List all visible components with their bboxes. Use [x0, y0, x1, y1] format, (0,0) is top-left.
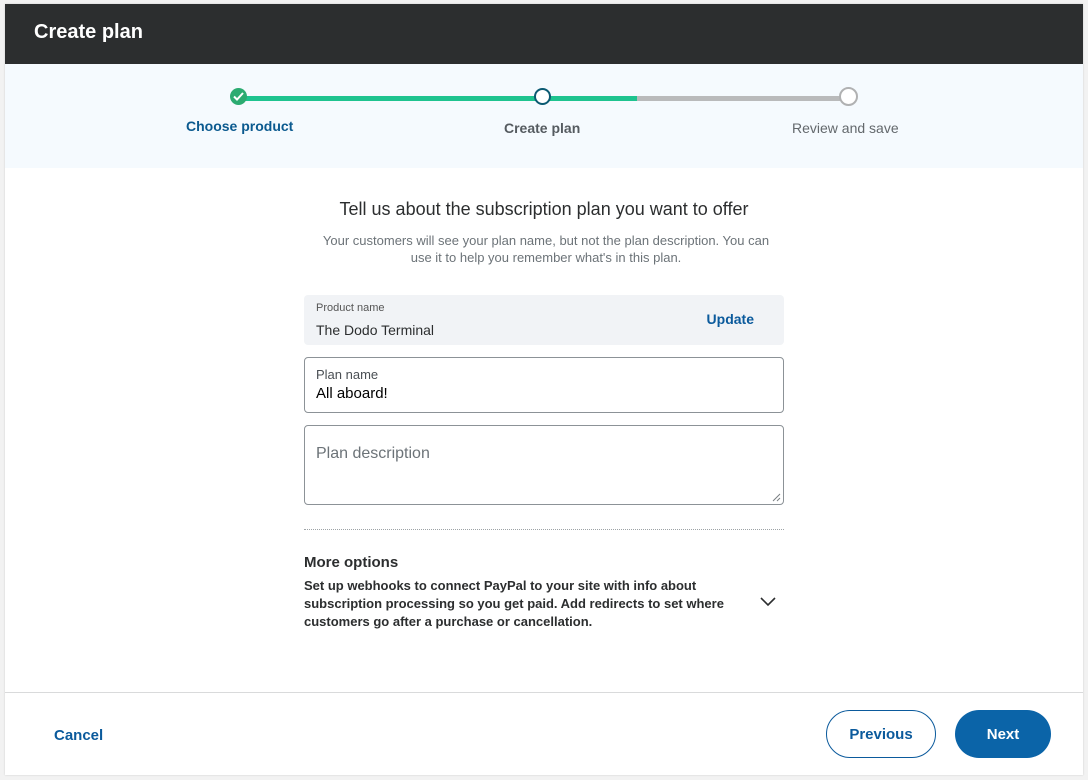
progress-track-complete [239, 96, 637, 101]
resize-handle-icon[interactable] [772, 493, 781, 502]
product-name-label: Product name [316, 302, 385, 314]
progress-stepper: Choose product Create plan Review and sa… [5, 64, 1083, 168]
chevron-down-icon[interactable] [759, 596, 777, 608]
step-choose-product[interactable]: Choose product [186, 118, 293, 134]
create-plan-dialog: Create plan Choose product Create plan R… [5, 4, 1083, 775]
previous-button[interactable]: Previous [826, 710, 936, 758]
section-subtitle: Your customers will see your plan name, … [322, 233, 770, 265]
plan-name-field[interactable]: Plan name All aboard! [304, 357, 784, 413]
product-summary: Product name The Dodo Terminal Update [304, 295, 784, 345]
more-options-title[interactable]: More options [304, 554, 398, 571]
product-name-value: The Dodo Terminal [316, 322, 435, 338]
dialog-header: Create plan [5, 4, 1083, 64]
section-title: Tell us about the subscription plan you … [339, 199, 749, 219]
step-review-and-save: Review and save [792, 120, 899, 136]
step-create-plan: Create plan [504, 120, 581, 136]
update-product-link[interactable]: Update [707, 311, 754, 327]
plan-name-value[interactable]: All aboard! [316, 385, 388, 402]
dialog-title: Create plan [34, 21, 143, 43]
next-button[interactable]: Next [955, 710, 1051, 758]
section-divider [304, 529, 784, 530]
step-complete-check-icon [230, 88, 247, 105]
step-upcoming-node [839, 87, 858, 106]
plan-description-field[interactable]: Plan description [304, 425, 784, 505]
step-current-node [534, 88, 551, 105]
more-options-description: Set up webhooks to connect PayPal to you… [304, 578, 724, 629]
plan-name-label: Plan name [316, 367, 379, 382]
plan-description-placeholder: Plan description [316, 445, 430, 462]
progress-track-remaining [637, 96, 848, 101]
footer-divider [5, 692, 1083, 693]
cancel-button[interactable]: Cancel [54, 727, 103, 744]
